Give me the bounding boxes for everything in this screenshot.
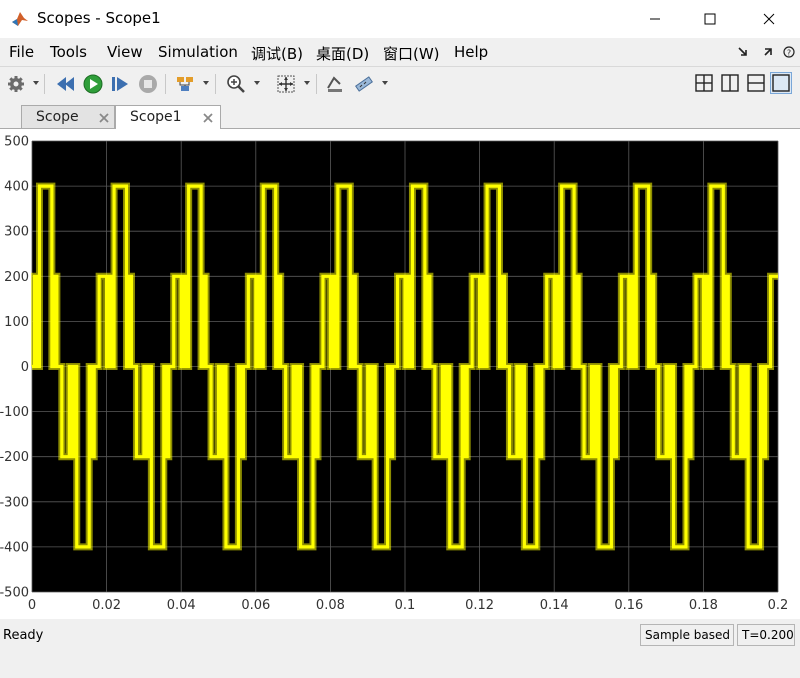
menu-window[interactable]: 窗口(W) — [383, 43, 440, 64]
toolbar — [0, 66, 800, 102]
y-tick-label: 300 — [4, 225, 29, 240]
sim-time-indicator: T=0.200 — [737, 624, 795, 646]
toolbar-separator — [44, 74, 45, 94]
y-tick-label: -200 — [0, 450, 29, 465]
scope-chart[interactable]: 500 400 300 200 100 0 -100 -200 -300 -400 -500 0 0.… — [0, 129, 800, 619]
layout-rows-button[interactable] — [745, 72, 767, 94]
y-tick-label: -500 — [0, 586, 29, 601]
toolbar-separator — [316, 74, 317, 94]
run-button[interactable] — [82, 73, 104, 95]
menu-desktop[interactable]: 桌面(D) — [316, 43, 369, 64]
step-forward-icon — [112, 77, 128, 91]
menu-bar: File Tools View Simulation 调试(B) 桌面(D) 窗… — [0, 38, 800, 66]
y-tick-label: 400 — [4, 180, 29, 195]
undock-icon[interactable] — [737, 46, 749, 58]
tab-scope1-close-icon[interactable] — [202, 112, 214, 124]
layout-2x2-icon — [695, 74, 713, 92]
title-bar: Scopes - Scope1 — [0, 0, 800, 38]
x-tick-label: 0 — [28, 598, 36, 613]
step-back-icon — [57, 77, 74, 91]
measure-dropdown-arrow[interactable] — [382, 81, 388, 85]
help-icon[interactable]: ? — [783, 46, 795, 58]
x-tick-label: 0.08 — [316, 598, 345, 613]
stop-icon — [139, 75, 157, 93]
signal-selector-icon — [177, 77, 193, 91]
x-tick-label: 0.2 — [768, 598, 789, 613]
x-tick-label: 0.14 — [540, 598, 569, 613]
tab-scope1-label: Scope1 — [130, 109, 182, 125]
menu-debug[interactable]: 调试(B) — [251, 43, 303, 64]
settings-dropdown-arrow[interactable] — [33, 81, 39, 85]
zoom-dropdown-arrow[interactable] — [254, 81, 260, 85]
tab-scope1[interactable]: Scope1 — [115, 105, 221, 132]
x-tick-label: 0.12 — [465, 598, 494, 613]
menu-tools[interactable]: Tools — [50, 43, 87, 61]
tab-strip: Scope Scope1 — [0, 101, 800, 132]
zoom-in-icon — [227, 75, 245, 93]
stop-button[interactable] — [137, 73, 159, 95]
measure-button[interactable] — [353, 73, 375, 95]
autoscale-icon — [277, 75, 295, 93]
minimize-button[interactable] — [632, 0, 678, 38]
close-icon — [763, 13, 775, 25]
matlab-icon — [12, 12, 28, 26]
menu-view[interactable]: View — [107, 43, 143, 61]
style-icon — [327, 76, 342, 92]
autoscale-button[interactable] — [275, 73, 297, 95]
pin-icon[interactable] — [762, 46, 774, 58]
layout-single-icon — [772, 74, 790, 92]
run-icon — [83, 74, 103, 94]
close-button[interactable] — [746, 0, 792, 38]
autoscale-dropdown-arrow[interactable] — [304, 81, 310, 85]
y-tick-label: -100 — [0, 405, 29, 420]
layout-2x2-button[interactable] — [693, 72, 715, 94]
y-tick-label: 500 — [4, 135, 29, 150]
tab-scope-label: Scope — [36, 109, 79, 125]
maximize-icon — [704, 13, 716, 25]
gear-icon — [8, 76, 24, 92]
y-tick-label: 200 — [4, 270, 29, 285]
tab-scope-close-icon[interactable] — [98, 112, 110, 124]
x-tick-label: 0.18 — [689, 598, 718, 613]
zoom-in-button[interactable] — [225, 73, 247, 95]
tab-scope[interactable]: Scope — [21, 105, 115, 128]
y-tick-label: -300 — [0, 495, 29, 510]
signal-selector-button[interactable] — [174, 73, 196, 95]
x-tick-label: 0.02 — [92, 598, 121, 613]
layout-columns-button[interactable] — [719, 72, 741, 94]
x-tick-label: 0.16 — [614, 598, 643, 613]
toolbar-separator — [215, 74, 216, 94]
y-tick-label: 100 — [4, 315, 29, 330]
step-back-button[interactable] — [55, 73, 77, 95]
step-forward-button[interactable] — [109, 73, 131, 95]
status-ready-text: Ready — [3, 628, 44, 643]
maximize-button[interactable] — [687, 0, 733, 38]
style-button[interactable] — [324, 73, 346, 95]
scope-display: 500 400 300 200 100 0 -100 -200 -300 -400 -500 0 0.… — [0, 129, 800, 619]
svg-text:?: ? — [787, 49, 791, 58]
layout-columns-icon — [721, 74, 739, 92]
x-tick-label: 0.1 — [395, 598, 416, 613]
x-tick-label: 0.06 — [241, 598, 270, 613]
window-title: Scopes - Scope1 — [37, 9, 161, 27]
toolbar-separator — [165, 74, 166, 94]
layout-rows-icon — [747, 74, 765, 92]
menu-help[interactable]: Help — [454, 43, 488, 61]
settings-button[interactable] — [5, 73, 27, 95]
menu-file[interactable]: File — [9, 43, 34, 61]
y-tick-label: 0 — [21, 360, 29, 375]
y-tick-label: -400 — [0, 540, 29, 555]
layout-single-button[interactable] — [770, 72, 792, 94]
measure-icon — [355, 76, 373, 92]
signal-selector-dropdown-arrow[interactable] — [203, 81, 209, 85]
sample-mode-indicator: Sample based — [640, 624, 734, 646]
menu-simulation[interactable]: Simulation — [158, 43, 238, 61]
minimize-icon — [650, 18, 660, 20]
status-bar: Ready Sample based T=0.200 — [0, 620, 800, 678]
x-tick-label: 0.04 — [167, 598, 196, 613]
